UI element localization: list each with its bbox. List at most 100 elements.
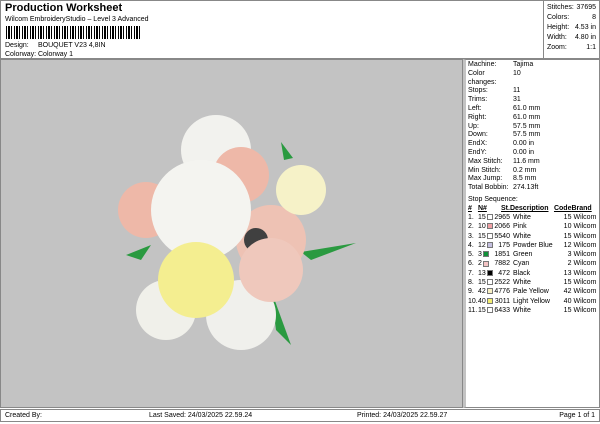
stop-sequence-table: # N# St. Description Code Brand 1. 15 2965 White… (468, 204, 597, 315)
stat-value: 37695 (576, 4, 596, 11)
info-value: 0.2 mm (513, 166, 537, 174)
table-row: 4. 12 175 Powder Blue 12 Wilcom (468, 241, 597, 250)
stat-label: Zoom: (547, 44, 567, 51)
stat-value: 8 (592, 14, 596, 21)
thread-brand: Wilcom (573, 241, 597, 249)
color-swatch (486, 242, 493, 248)
table-row: 9. 42 4776 Pale Yellow 42 Wilcom (468, 287, 597, 296)
last-saved: Last Saved: 24/03/2025 22.59.24 (149, 412, 253, 419)
thread-code: 15 (563, 306, 572, 314)
info-label: Down: (468, 131, 488, 139)
info-value: Tajima (513, 61, 534, 68)
table-row: 5. 3 1851 Green 3 Wilcom (468, 250, 597, 259)
needle-number: 3 (478, 250, 494, 259)
needle-number: 10 (478, 222, 494, 231)
thread-brand: Wilcom (573, 223, 597, 231)
color-swatch (486, 297, 493, 304)
design-label: Design: (5, 42, 29, 49)
thread-code: 2 (567, 260, 572, 268)
colorway-row: Colorway: Colorway 1 (5, 51, 73, 58)
created-by: Created By: (5, 412, 42, 419)
design-row: Design: BOUQUET V23 4,8IN (5, 42, 106, 49)
table-row: 10. 40 3011 Light Yellow 40 Wilcom (468, 297, 597, 306)
thread-description: White (512, 279, 531, 287)
table-row: 1. 15 2965 White 15 Wilcom (468, 213, 597, 222)
stop-sequence-title: Stop Sequence: (468, 195, 518, 203)
printed-date: Printed: 24/03/2025 22.59.27 (357, 412, 448, 419)
info-row: Min Stitch: 0.2 mm (468, 167, 597, 176)
thread-description: Pale Yellow (512, 288, 549, 296)
needle-number: 15 (478, 306, 494, 315)
thread-code: 10 (563, 223, 572, 231)
stop-index: 1. (468, 213, 474, 221)
thread-description: Cyan (512, 260, 530, 268)
stitch-count: 5540 (494, 232, 510, 240)
thread-brand: Wilcom (573, 251, 597, 259)
stop-index: 5. (468, 251, 474, 259)
info-label: EndY: (468, 148, 487, 156)
thread-description: Green (512, 251, 533, 259)
page-number: Page 1 of 1 (559, 412, 595, 419)
thread-code: 15 (563, 213, 572, 221)
info-row: EndY: 0.00 in (468, 149, 597, 158)
stitch-count: 4776 (494, 288, 510, 296)
color-swatch (486, 223, 493, 230)
column-header: # (468, 204, 472, 212)
software-name: Wilcom EmbroideryStudio – Level 3 Advanc… (5, 16, 149, 23)
embroidery-bouquet-image (118, 115, 356, 350)
stat-label: Height: (547, 24, 570, 31)
info-label: Max Stitch: (468, 157, 503, 165)
color-swatch (482, 251, 489, 258)
info-label: Color changes: (468, 69, 497, 86)
needle-value: 12 (477, 241, 486, 249)
thread-brand: Wilcom (573, 288, 597, 296)
color-swatch (486, 269, 493, 276)
table-row: 3. 15 5540 White 15 Wilcom (468, 232, 597, 241)
thread-description: Light Yellow (512, 297, 550, 305)
design-stats: Stitches: 37695 Colors: 8 Height: 4.53 in Widt… (543, 0, 600, 59)
thread-code: 40 (563, 297, 572, 305)
stop-index: 3. (468, 232, 474, 240)
info-label: Max Jump: (468, 175, 503, 183)
info-row: Trims: 31 (468, 96, 597, 105)
color-swatch (486, 214, 493, 221)
column-header: Brand (571, 204, 592, 212)
needle-value: 15 (477, 306, 486, 314)
table-row: 11. 15 6433 White 15 Wilcom (468, 306, 597, 315)
stat-row: Height: 4.53 in (547, 23, 596, 33)
info-label: EndX: (468, 140, 488, 148)
stat-row: Colors: 8 (547, 13, 596, 23)
stat-row: Width: 4.80 in (547, 33, 596, 43)
stat-label: Width: (547, 34, 567, 41)
info-value: 61.0 mm (513, 113, 541, 121)
worksheet-header: Production Worksheet Wilcom EmbroiderySt… (0, 0, 543, 59)
stitch-count: 2066 (494, 223, 510, 231)
stitch-count: 7882 (494, 260, 510, 268)
needle-value: 10 (477, 223, 486, 231)
stat-row: Zoom: 1:1 (547, 43, 596, 53)
info-label: Up: (468, 122, 479, 130)
thread-description: Pink (512, 223, 527, 231)
info-value: 57.5 mm (513, 122, 541, 130)
stitch-count: 472 (498, 269, 510, 277)
info-row: Total Bobbin: 274.13ft (468, 184, 597, 193)
needle-number: 13 (478, 269, 494, 278)
table-row: 6. 2 7882 Cyan 2 Wilcom (468, 259, 597, 268)
design-name: BOUQUET V23 4,8IN (38, 42, 106, 49)
info-row: Color changes: 10 (468, 70, 597, 88)
stitch-count: 1851 (494, 251, 510, 259)
thread-description: White (512, 232, 531, 240)
info-label: Trims: (468, 96, 488, 104)
info-row: Max Jump: 8.5 mm (468, 175, 597, 184)
thread-code: 12 (563, 241, 572, 249)
stitch-count: 3011 (494, 297, 510, 305)
info-row: Max Stitch: 11.6 mm (468, 158, 597, 167)
barcode (6, 26, 141, 39)
needle-value: 40 (477, 297, 486, 305)
stop-index: 9. (468, 288, 474, 296)
needle-value: 15 (477, 213, 486, 221)
page-title: Production Worksheet (5, 2, 123, 14)
info-row: Stops: 11 (468, 87, 597, 96)
info-row: Machine: Tajima (468, 61, 597, 70)
thread-description: Powder Blue (512, 241, 553, 249)
